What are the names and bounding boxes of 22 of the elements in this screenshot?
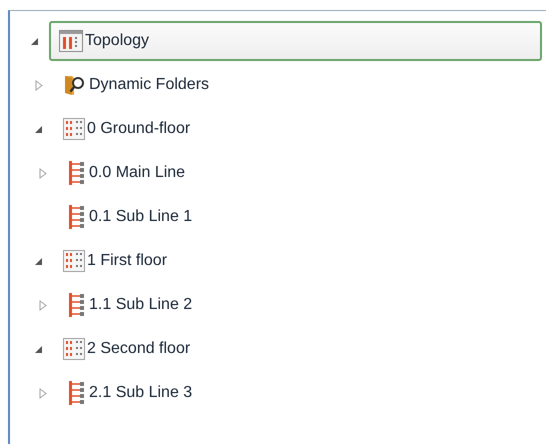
floor-grid-icon	[63, 338, 85, 360]
tree-item[interactable]: 0 Ground-floor	[53, 109, 190, 149]
expanded-triangle-icon[interactable]	[34, 344, 43, 354]
expanded-triangle-icon[interactable]	[34, 256, 43, 266]
expanded-triangle-icon[interactable]	[30, 36, 39, 46]
expanded-triangle-icon[interactable]	[34, 124, 43, 134]
tree-item[interactable]: 1 First floor	[53, 241, 168, 281]
line-branch-icon	[67, 380, 87, 406]
floor-grid-icon	[63, 250, 85, 272]
tree-item[interactable]: 1.1 Sub Line 2	[57, 285, 192, 325]
grid-window-icon	[59, 30, 83, 52]
tree-item[interactable]: 2 Second floor	[53, 329, 190, 369]
tree-item[interactable]: Topology	[49, 21, 542, 61]
tree-item[interactable]: 0.1 Sub Line 1	[57, 197, 192, 237]
tree-item[interactable]: 0.0 Main Line	[57, 153, 186, 193]
line-branch-icon	[67, 204, 87, 230]
tree-item[interactable]: Dynamic Folders	[53, 65, 210, 105]
tree-item[interactable]: 2.1 Sub Line 3	[57, 373, 192, 413]
line-branch-icon	[67, 160, 87, 186]
line-branch-icon	[67, 292, 87, 318]
folder-magnifier-icon	[63, 73, 87, 97]
floor-grid-icon	[63, 118, 85, 140]
